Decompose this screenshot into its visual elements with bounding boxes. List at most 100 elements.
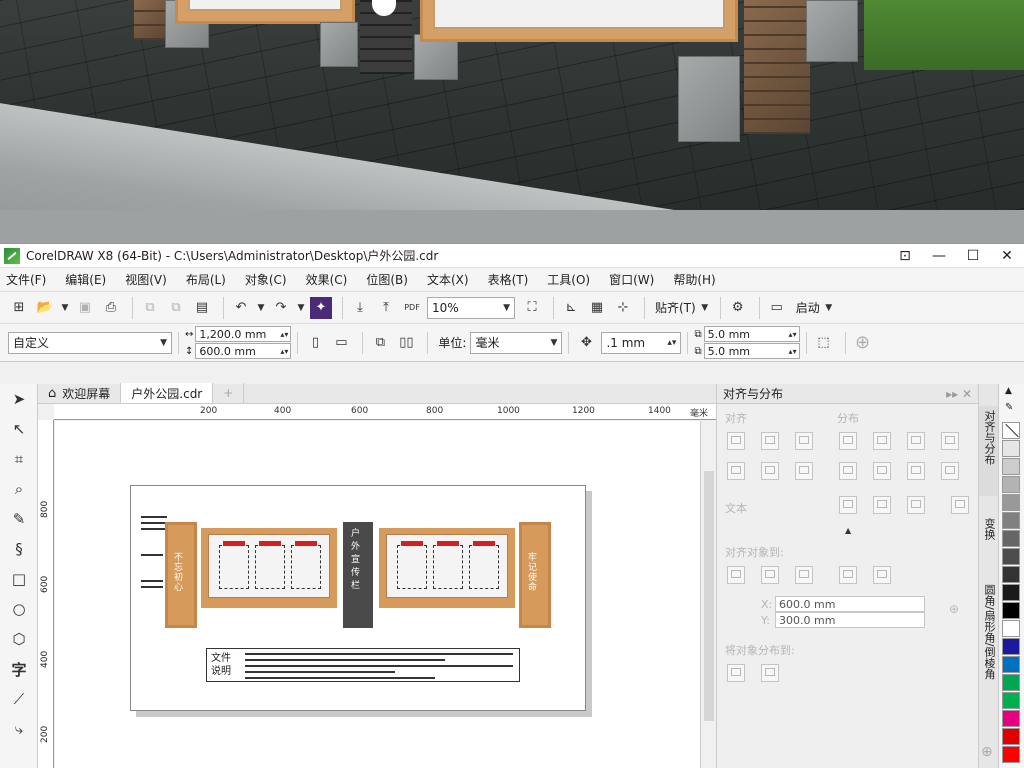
- distribute-spacing-icon[interactable]: [941, 432, 959, 450]
- text-tool-icon[interactable]: 字: [0, 654, 38, 684]
- duplicate-y-input[interactable]: 5.0 mm ▴▾: [703, 343, 800, 359]
- palette-swatch[interactable]: [1002, 440, 1020, 457]
- palette-swatch[interactable]: [1002, 566, 1020, 583]
- y-coordinate-input[interactable]: 300.0 mm: [775, 612, 925, 628]
- spin-arrows-icon[interactable]: ▴▾: [789, 330, 797, 339]
- redo-icon[interactable]: ↷: [270, 297, 292, 319]
- align-to-grid-icon[interactable]: [839, 566, 857, 584]
- page-height-input[interactable]: 600.0 mm ▴▾: [195, 343, 292, 359]
- polygon-tool-icon[interactable]: ⬡: [0, 624, 38, 654]
- shape-tool-icon[interactable]: ↖: [0, 414, 38, 444]
- menu-bitmaps[interactable]: 位图(B): [366, 271, 408, 288]
- align-to-page-center-icon[interactable]: [795, 566, 813, 584]
- palette-swatch[interactable]: [1002, 530, 1020, 547]
- palette-swatch[interactable]: [1002, 602, 1020, 619]
- side-tab-align[interactable]: 对齐与分布: [979, 406, 999, 496]
- options-gear-icon[interactable]: ⚙: [727, 297, 749, 319]
- snap-to-dropdown[interactable]: 贴齐(T): [655, 299, 696, 316]
- user-account-icon[interactable]: ⊡: [888, 244, 922, 268]
- left-pillar[interactable]: 不忘初心: [165, 522, 197, 628]
- distribute-bottom-icon[interactable]: [907, 462, 925, 480]
- distribute-to-page-icon[interactable]: [761, 664, 779, 682]
- side-tab-transform[interactable]: 变换: [979, 514, 999, 564]
- ellipse-tool-icon[interactable]: ○: [0, 594, 38, 624]
- save-icon[interactable]: ▣: [74, 297, 96, 319]
- horizontal-ruler[interactable]: 200 400 600 800 1000 1200 1400 毫米: [54, 404, 716, 420]
- minimize-button[interactable]: —: [922, 244, 956, 268]
- palette-swatch[interactable]: [1002, 458, 1020, 475]
- align-top-icon[interactable]: [727, 462, 745, 480]
- show-grid-icon[interactable]: ▦: [586, 297, 608, 319]
- drawing-canvas[interactable]: 不忘初心 户外宣传栏 牢记使命 文件 说明: [55, 421, 700, 768]
- palette-swatch[interactable]: [1002, 494, 1020, 511]
- menu-edit[interactable]: 编辑(E): [65, 271, 106, 288]
- chevron-down-icon[interactable]: ▼: [824, 297, 834, 319]
- new-document-icon[interactable]: ⊞: [8, 297, 30, 319]
- eyedropper-icon[interactable]: ✎: [1005, 402, 1013, 413]
- text-outline-icon[interactable]: [951, 496, 969, 514]
- align-right-icon[interactable]: [795, 432, 813, 450]
- import-icon[interactable]: ⤓: [349, 297, 371, 319]
- zoom-level-select[interactable]: 10% ▼: [427, 296, 515, 319]
- current-page-icon[interactable]: ▯▯: [395, 332, 417, 354]
- spin-arrows-icon[interactable]: ▴▾: [280, 347, 288, 356]
- menu-tools[interactable]: 工具(O): [547, 271, 590, 288]
- units-select[interactable]: 毫米 ▼: [470, 331, 563, 354]
- freehand-tool-icon[interactable]: ✎: [0, 504, 38, 534]
- side-tab-fillet[interactable]: 圆角/扇形角/倒棱角: [979, 580, 999, 720]
- distribute-middle-icon[interactable]: [873, 462, 891, 480]
- chevron-down-icon[interactable]: ▼: [700, 297, 710, 319]
- show-guidelines-icon[interactable]: ⊹: [612, 297, 634, 319]
- add-docker-icon[interactable]: ⊕: [981, 744, 993, 760]
- scroll-thumb[interactable]: [704, 471, 714, 721]
- description-box[interactable]: 文件 说明: [206, 648, 520, 682]
- distribute-left-icon[interactable]: [839, 432, 857, 450]
- palette-swatch[interactable]: [1002, 674, 1020, 691]
- palette-scroll-up-icon[interactable]: ▲: [1005, 386, 1012, 396]
- export-icon[interactable]: ⤒: [375, 297, 397, 319]
- align-to-active-icon[interactable]: [727, 566, 745, 584]
- spin-arrows-icon[interactable]: ▴▾: [280, 330, 288, 339]
- zoom-tool-icon[interactable]: ⌕: [0, 474, 38, 504]
- align-center-h-icon[interactable]: [761, 432, 779, 450]
- palette-swatch[interactable]: [1002, 584, 1020, 601]
- center-pillar[interactable]: 户外宣传栏: [343, 522, 373, 628]
- all-pages-icon[interactable]: ⧉: [369, 332, 391, 354]
- menu-layout[interactable]: 布局(L): [186, 271, 226, 288]
- target-icon[interactable]: ⊕: [949, 602, 959, 616]
- cut-icon[interactable]: ⧉: [139, 297, 161, 319]
- landscape-icon[interactable]: ▭: [330, 332, 352, 354]
- palette-swatch[interactable]: [1002, 548, 1020, 565]
- undo-dropdown-icon[interactable]: ▼: [256, 297, 266, 319]
- tab-document[interactable]: 户外公园.cdr: [121, 383, 214, 403]
- palette-swatch[interactable]: [1002, 638, 1020, 655]
- show-rulers-icon[interactable]: ⊾: [560, 297, 582, 319]
- distribute-right-icon[interactable]: [907, 432, 925, 450]
- copy-icon[interactable]: ⧉: [165, 297, 187, 319]
- full-screen-preview-icon[interactable]: ⛶: [521, 297, 543, 319]
- palette-swatch[interactable]: [1002, 476, 1020, 493]
- vertical-scrollbar[interactable]: [700, 421, 716, 768]
- dimension-tool-icon[interactable]: ⟋: [0, 684, 38, 714]
- tab-welcome[interactable]: ⌂ 欢迎屏幕: [38, 383, 122, 403]
- distribute-center-icon[interactable]: [873, 432, 891, 450]
- text-first-baseline-icon[interactable]: [839, 496, 857, 514]
- palette-swatch[interactable]: [1002, 710, 1020, 727]
- pick-tool-icon[interactable]: ➤: [0, 384, 38, 414]
- nudge-distance-input[interactable]: .1 mm ▴▾: [601, 331, 682, 354]
- publish-pdf-icon[interactable]: PDF: [401, 297, 423, 319]
- menu-view[interactable]: 视图(V): [125, 271, 167, 288]
- search-content-icon[interactable]: ✦: [310, 296, 332, 319]
- menu-window[interactable]: 窗口(W): [609, 271, 654, 288]
- menu-file[interactable]: 文件(F): [6, 271, 46, 288]
- align-left-icon[interactable]: [727, 432, 745, 450]
- distribute-to-selection-icon[interactable]: [727, 664, 745, 682]
- spin-arrows-icon[interactable]: ▴▾: [667, 338, 676, 348]
- application-launcher-icon[interactable]: ▭: [766, 297, 788, 319]
- vertical-ruler[interactable]: 800 600 400 200: [38, 420, 54, 768]
- add-page-icon[interactable]: ⊕: [852, 332, 874, 354]
- rectangle-tool-icon[interactable]: □: [0, 564, 38, 594]
- close-button[interactable]: ✕: [990, 244, 1024, 268]
- palette-swatch[interactable]: [1002, 620, 1020, 637]
- palette-swatch[interactable]: [1002, 512, 1020, 529]
